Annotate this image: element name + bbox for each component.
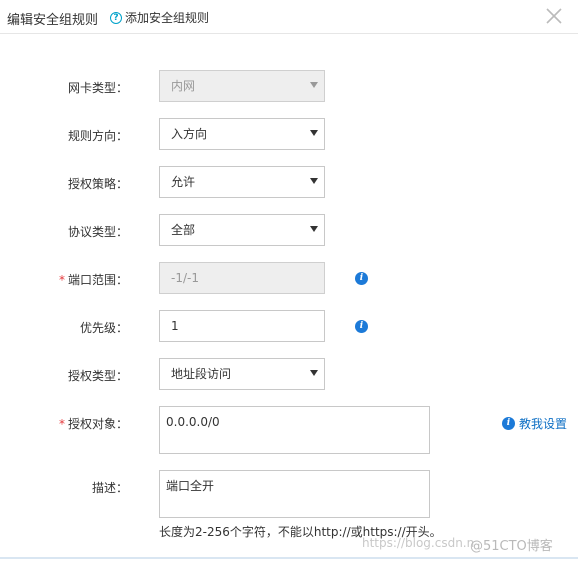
nic-type-label: 网卡类型：	[67, 81, 128, 95]
info-icon[interactable]: i	[355, 272, 368, 285]
description-textarea[interactable]: 端口全开	[159, 470, 430, 518]
protocol-label: 协议类型：	[67, 225, 128, 239]
info-icon[interactable]: i	[355, 320, 368, 333]
protocol-select[interactable]: 全部	[159, 214, 325, 246]
watermark-brand: @51CTO博客	[470, 539, 553, 554]
description-label: 描述：	[91, 481, 128, 495]
port-range-value: -1/-1	[171, 271, 199, 285]
auth-type-value: 地址段访问	[171, 367, 232, 381]
protocol-value: 全部	[171, 223, 196, 237]
close-button[interactable]	[543, 5, 565, 27]
policy-value: 允许	[171, 175, 196, 189]
dropdown-arrow-icon	[310, 130, 318, 136]
dropdown-arrow-icon	[310, 178, 318, 184]
nic-type-value: 内网	[171, 79, 196, 93]
auth-object-textarea[interactable]: 0.0.0.0/0	[159, 406, 430, 454]
policy-label: 授权策略：	[67, 177, 128, 191]
port-range-input: -1/-1	[159, 262, 325, 294]
info-icon: i	[502, 417, 515, 430]
dialog-header: 编辑安全组规则 ? 添加安全组规则	[0, 0, 578, 34]
close-icon	[546, 8, 562, 24]
teach-me-text: 教我设置	[519, 417, 568, 431]
direction-value: 入方向	[171, 127, 208, 141]
dialog-title: 编辑安全组规则	[7, 13, 99, 28]
description-value: 端口全开	[166, 479, 215, 493]
port-range-label: * 端口范围：	[59, 271, 128, 288]
teach-me-link[interactable]: i 教我设置	[502, 415, 567, 432]
priority-label: 优先级：	[79, 321, 128, 335]
direction-label: 规则方向：	[67, 129, 128, 143]
nic-type-select: 内网	[159, 70, 325, 102]
question-circle-icon: ?	[110, 11, 122, 24]
port-range-label-text: 端口范围：	[67, 273, 128, 287]
dropdown-arrow-icon	[310, 82, 318, 88]
watermark-url: https://blog.csdn.n	[362, 536, 475, 550]
auth-object-label: * 授权对象：	[59, 415, 128, 432]
auth-object-label-text: 授权对象：	[67, 417, 128, 431]
dropdown-arrow-icon	[310, 370, 318, 376]
priority-value: 1	[171, 319, 179, 333]
footer-divider	[0, 557, 578, 559]
help-link-text: 添加安全组规则	[125, 11, 210, 25]
priority-input[interactable]: 1	[159, 310, 325, 342]
auth-type-label: 授权类型：	[67, 369, 128, 383]
dropdown-arrow-icon	[310, 226, 318, 232]
help-link[interactable]: ? 添加安全组规则	[110, 9, 209, 26]
required-mark: *	[58, 417, 65, 431]
policy-select[interactable]: 允许	[159, 166, 325, 198]
direction-select[interactable]: 入方向	[159, 118, 325, 150]
required-mark: *	[58, 273, 65, 287]
auth-object-value: 0.0.0.0/0	[166, 415, 220, 429]
auth-type-select[interactable]: 地址段访问	[159, 358, 325, 390]
